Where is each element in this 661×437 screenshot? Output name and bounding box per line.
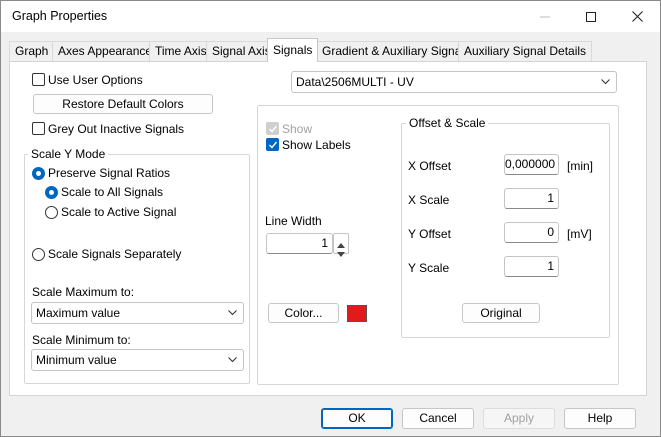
show-labels-checkbox[interactable] — [266, 138, 279, 151]
y-offset-input[interactable]: 0 — [504, 222, 559, 243]
tab-signals[interactable]: Signals — [267, 38, 319, 62]
x-scale-input[interactable]: 1 — [504, 188, 559, 209]
line-width-label: Line Width — [265, 214, 322, 228]
maximize-icon — [586, 11, 596, 22]
scale-to-all-signals-radio[interactable] — [45, 186, 58, 199]
tab-axes-appearance[interactable]: Axes Appearance — [52, 41, 159, 61]
scale-to-active-signal-radio[interactable] — [45, 206, 58, 219]
show-labels-label: Show Labels — [282, 138, 351, 152]
scale-maximum-label: Scale Maximum to: — [32, 285, 135, 299]
x-offset-label: X Offset — [408, 159, 452, 173]
grey-out-inactive-signals-label: Grey Out Inactive Signals — [48, 122, 185, 136]
line-width-spinner[interactable] — [333, 233, 349, 257]
line-width-input[interactable]: 1 — [266, 233, 333, 254]
scale-signals-separately-radio[interactable] — [32, 248, 45, 261]
color-button[interactable]: Color... — [268, 303, 339, 323]
tab-auxiliary-signal-details[interactable]: Auxiliary Signal Details — [458, 41, 593, 61]
scale-minimum-label: Scale Minimum to: — [32, 333, 131, 347]
close-button[interactable] — [614, 1, 660, 32]
spin-down-icon[interactable] — [337, 246, 345, 260]
scale-maximum-select[interactable]: Maximum value — [31, 302, 244, 324]
scale-to-all-signals-label: Scale to All Signals — [61, 185, 164, 199]
tab-time-axis[interactable]: Time Axis — [149, 41, 213, 61]
show-checkbox[interactable] — [266, 122, 279, 135]
graph-properties-window: Graph Properties Graph Axes Appearance T… — [0, 0, 661, 437]
scale-y-mode-title: Scale Y Mode — [28, 147, 109, 161]
scale-to-active-signal-label: Scale to Active Signal — [61, 205, 177, 219]
ok-button[interactable]: OK — [321, 408, 393, 429]
title-bar: Graph Properties — [1, 1, 660, 32]
offset-scale-title: Offset & Scale — [406, 116, 489, 130]
chevron-down-icon — [601, 72, 610, 92]
grey-out-inactive-signals-checkbox[interactable] — [32, 122, 45, 135]
x-offset-unit: [min] — [567, 159, 594, 173]
apply-button[interactable]: Apply — [483, 408, 555, 429]
tab-gradient-auxiliary-signals[interactable]: Gradient & Auxiliary Signals — [316, 41, 477, 61]
y-offset-unit: [mV] — [567, 227, 592, 241]
close-icon — [631, 11, 643, 22]
minimize-icon — [540, 16, 550, 17]
cancel-button[interactable]: Cancel — [402, 408, 474, 429]
scale-minimum-select[interactable]: Minimum value — [31, 349, 244, 371]
x-scale-label: X Scale — [408, 193, 450, 207]
preserve-signal-ratios-radio[interactable] — [32, 167, 45, 180]
chevron-down-icon — [228, 303, 237, 323]
scale-maximum-value: Maximum value — [36, 306, 121, 320]
x-offset-input[interactable]: 0,000000 — [504, 154, 559, 175]
signal-select-value: Data\2506MULTI - UV — [296, 75, 414, 89]
window-title: Graph Properties — [12, 9, 108, 23]
minimize-button[interactable] — [522, 1, 568, 32]
original-button[interactable]: Original — [462, 303, 540, 323]
use-user-options-label: Use User Options — [48, 73, 143, 87]
y-scale-input[interactable]: 1 — [504, 256, 559, 277]
scale-minimum-value: Minimum value — [36, 353, 117, 367]
scale-signals-separately-label: Scale Signals Separately — [48, 247, 182, 261]
checkmark-icon — [269, 125, 278, 133]
y-offset-label: Y Offset — [408, 227, 451, 241]
signal-select[interactable]: Data\2506MULTI - UV — [291, 71, 617, 93]
tab-graph[interactable]: Graph — [9, 41, 55, 61]
preserve-signal-ratios-label: Preserve Signal Ratios — [48, 166, 171, 180]
maximize-button[interactable] — [568, 1, 614, 32]
show-label: Show — [282, 122, 313, 136]
checkmark-icon — [269, 141, 278, 149]
chevron-down-icon — [228, 350, 237, 370]
color-swatch[interactable] — [347, 305, 367, 322]
help-button[interactable]: Help — [564, 408, 636, 429]
use-user-options-checkbox[interactable] — [32, 73, 45, 86]
y-scale-label: Y Scale — [408, 261, 450, 275]
restore-default-colors-button[interactable]: Restore Default Colors — [33, 94, 213, 114]
